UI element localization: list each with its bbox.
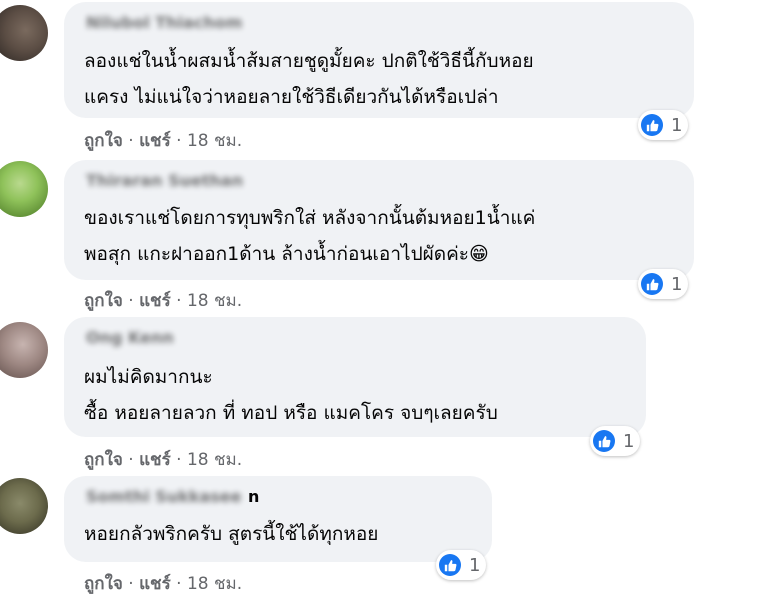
- comment-actions: ถูกใจ · แชร์ · 18 ชม.: [84, 127, 242, 154]
- share-link[interactable]: แชร์: [139, 131, 171, 151]
- comment-text-line: ลองแช่ในน้ำผสมน้ำส้มสายชูดูมั้ยคะ ปกติใช…: [84, 50, 534, 72]
- thumbs-up-icon: [593, 430, 615, 452]
- avatar[interactable]: [0, 5, 48, 61]
- share-link[interactable]: แชร์: [139, 574, 171, 594]
- comment-text-line: ผมไม่คิดมากนะ: [84, 366, 213, 388]
- reaction-summary[interactable]: 1: [436, 550, 487, 580]
- reaction-summary[interactable]: 1: [590, 426, 641, 456]
- comment-bubble: Thiraran Suethan ของเราแช่โดยการทุบพริกใ…: [64, 160, 694, 280]
- like-link[interactable]: ถูกใจ: [84, 131, 123, 151]
- avatar[interactable]: [0, 161, 48, 217]
- separator: ·: [128, 291, 140, 311]
- reaction-count: 1: [671, 114, 683, 136]
- comment-text-line: หอยกลัวพริกครับ สูตรนี้ใช้ได้ทุกหอย: [84, 523, 379, 545]
- comment-timestamp[interactable]: 18 ชม.: [187, 291, 242, 311]
- reaction-count: 1: [671, 273, 683, 295]
- avatar[interactable]: [0, 322, 48, 378]
- comment-text-line: พอสุก แกะฝาออก1ด้าน ล้างน้ำก่อนเอาไปผัดค…: [84, 243, 489, 265]
- thumbs-up-icon: [439, 554, 461, 576]
- thumbs-up-icon: [641, 273, 663, 295]
- comment-actions: ถูกใจ · แชร์ · 18 ชม.: [84, 446, 242, 473]
- separator: ·: [176, 574, 187, 594]
- like-link[interactable]: ถูกใจ: [84, 450, 123, 470]
- comment-author[interactable]: Ong Kenn: [86, 328, 174, 347]
- reaction-count: 1: [469, 554, 481, 576]
- separator: ·: [176, 291, 187, 311]
- like-link[interactable]: ถูกใจ: [84, 291, 123, 311]
- avatar[interactable]: [0, 478, 48, 534]
- separator: ·: [176, 131, 187, 151]
- comment-text-line: ซื้อ หอยลายลวก ที่ ทอป หรือ แมคโคร จบๆเล…: [84, 402, 498, 424]
- reaction-summary[interactable]: 1: [638, 110, 689, 140]
- comment-timestamp[interactable]: 18 ชม.: [187, 574, 242, 594]
- comment-bubble: Nilubol Thiachom ลองแช่ในน้ำผสมน้ำส้มสาย…: [64, 2, 694, 118]
- comment-author[interactable]: Somthi Sukkasee: [86, 487, 242, 506]
- thumbs-up-icon: [641, 114, 663, 136]
- comment-text-line: แครง ไม่แน่ใจว่าหอยลายใช้วิธีเดียวกันได้…: [84, 86, 499, 108]
- comment-author[interactable]: Thiraran Suethan: [86, 171, 243, 190]
- comment-bubble: Ong Kenn ผมไม่คิดมากนะ ซื้อ หอยลายลวก ที…: [64, 317, 646, 437]
- reaction-count: 1: [623, 430, 635, 452]
- separator: ·: [176, 450, 187, 470]
- comment-author-tail: n: [248, 487, 260, 506]
- reaction-summary[interactable]: 1: [638, 269, 689, 299]
- like-link[interactable]: ถูกใจ: [84, 574, 123, 594]
- comment-actions: ถูกใจ · แชร์ · 18 ชม.: [84, 570, 242, 597]
- comment-bubble: Somthi Sukkasee n หอยกลัวพริกครับ สูตรนี…: [64, 476, 492, 562]
- comment-timestamp[interactable]: 18 ชม.: [187, 450, 242, 470]
- share-link[interactable]: แชร์: [139, 291, 171, 311]
- share-link[interactable]: แชร์: [139, 450, 171, 470]
- comment-actions: ถูกใจ · แชร์ · 18 ชม.: [84, 287, 242, 314]
- separator: ·: [128, 131, 140, 151]
- comment-author[interactable]: Nilubol Thiachom: [86, 13, 242, 32]
- separator: ·: [128, 574, 140, 594]
- comment-text-line: ของเราแช่โดยการทุบพริกใส่ หลังจากนั้นต้ม…: [84, 207, 536, 229]
- comment-timestamp[interactable]: 18 ชม.: [187, 131, 242, 151]
- separator: ·: [128, 450, 140, 470]
